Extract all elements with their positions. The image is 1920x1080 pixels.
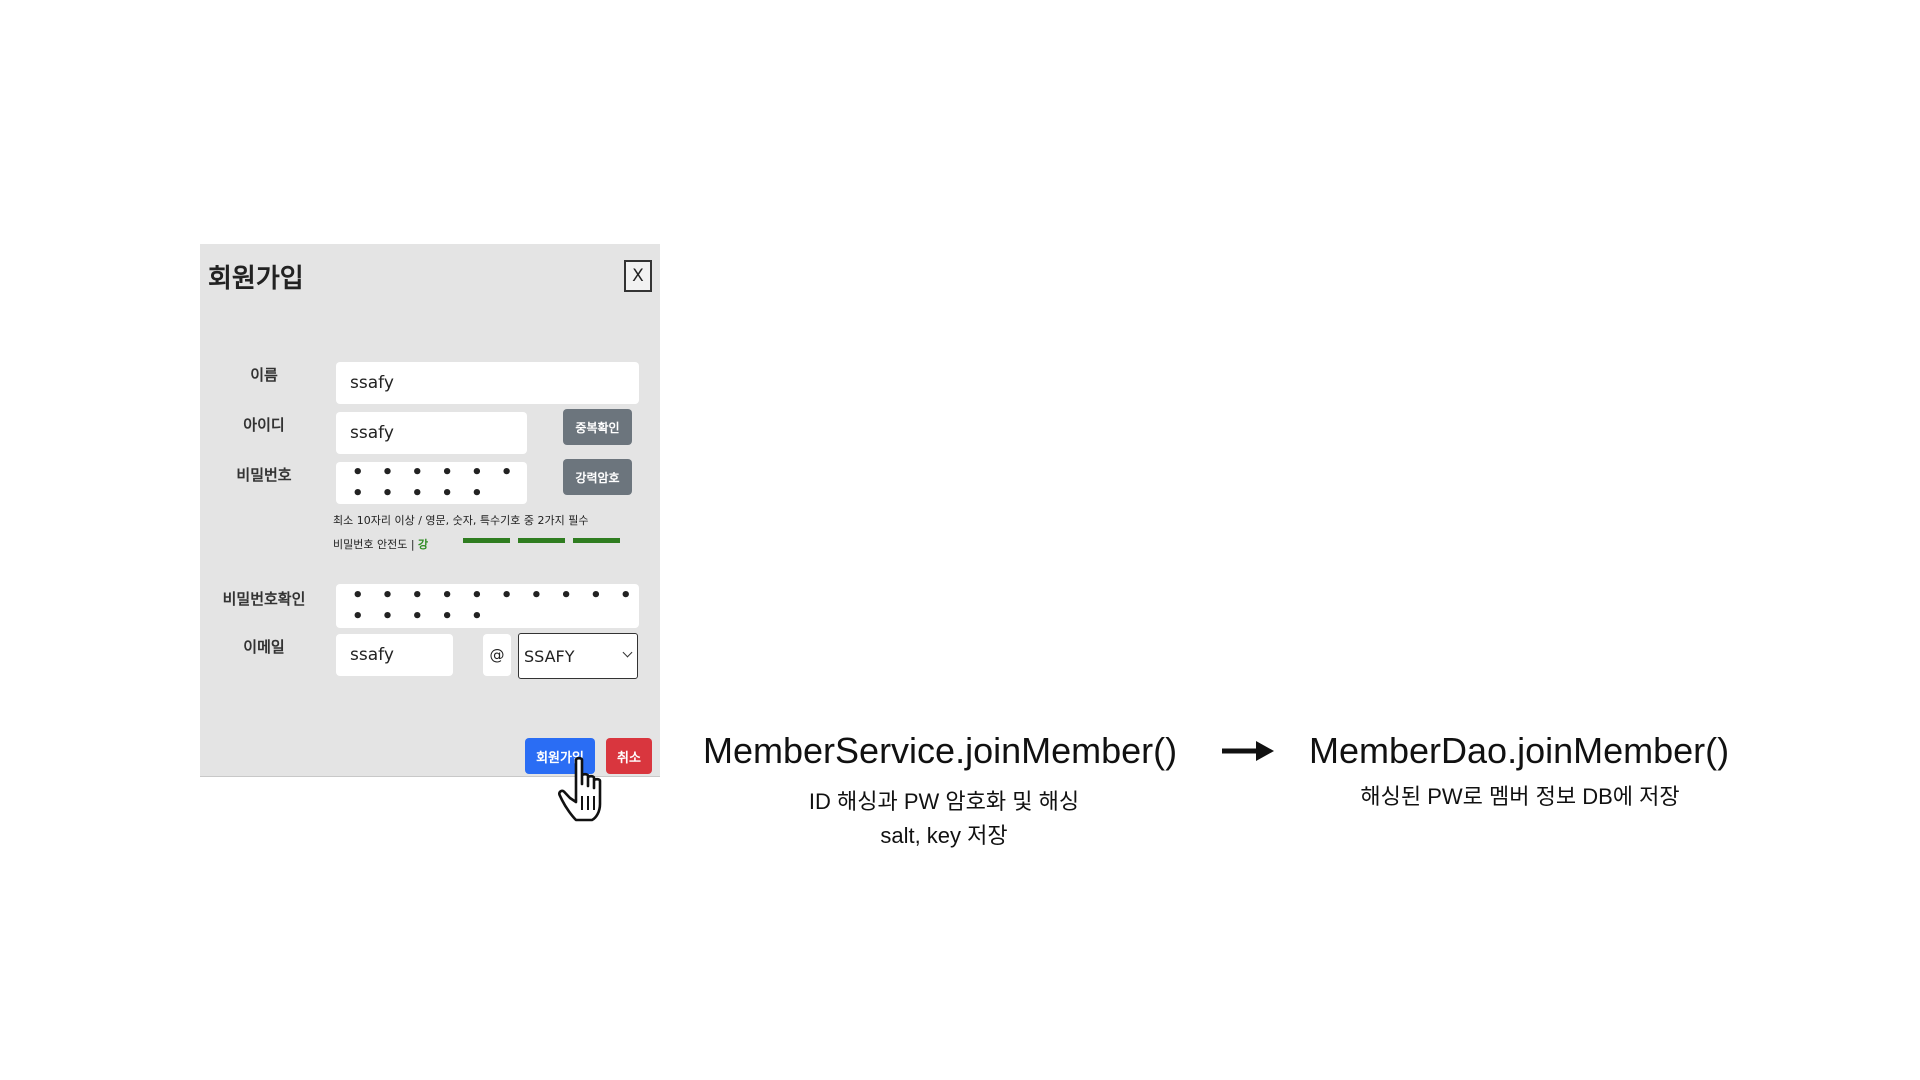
- password-input[interactable]: • • • • • • • • • • •: [336, 462, 527, 504]
- dao-method-label: MemberDao.joinMember(): [1309, 730, 1730, 771]
- dao-description: 해싱된 PW로 멤버 정보 DB에 저장: [1360, 784, 1680, 809]
- id-check-button[interactable]: 중복확인: [563, 409, 632, 445]
- password-confirm-input[interactable]: • • • • • • • • • • • • • • •: [336, 584, 639, 628]
- strength-prefix: 비밀번호 안전도 |: [333, 538, 419, 551]
- signup-modal: 회원가입 X 이름 ssafy 아이디 ssafy 중복확인 비밀번호 • • …: [200, 244, 660, 777]
- strength-bar-1: [463, 538, 510, 543]
- modal-title: 회원가입: [208, 264, 304, 294]
- password-label: 비밀번호: [236, 466, 292, 484]
- hand-pointer-icon: [558, 756, 602, 822]
- service-description-line2: salt, key 저장: [880, 823, 1008, 848]
- name-label: 이름: [250, 366, 278, 384]
- strength-value: 강: [418, 538, 429, 551]
- strong-password-button[interactable]: 강력암호: [563, 459, 632, 495]
- email-input[interactable]: ssafy: [336, 634, 453, 676]
- id-label: 아이디: [243, 416, 285, 434]
- service-description-line1: ID 해싱과 PW 암호화 및 해싱: [808, 789, 1080, 814]
- password-confirm-label: 비밀번호확인: [222, 590, 306, 608]
- chevron-down-icon: [622, 647, 633, 658]
- service-method-label: MemberService.joinMember(): [703, 730, 1178, 771]
- password-strength-text: 비밀번호 안전도 | 강: [333, 536, 428, 552]
- service-description: ID 해싱과 PW 암호화 및 해싱 salt, key 저장: [744, 784, 1144, 850]
- name-input[interactable]: ssafy: [336, 362, 639, 404]
- strength-bar-3: [573, 538, 620, 543]
- email-label: 이메일: [243, 638, 285, 656]
- password-hint: 최소 10자리 이상 / 영문, 숫자, 특수기호 중 2가지 필수: [333, 514, 589, 527]
- email-at-sign: @: [483, 634, 511, 676]
- strength-bar-2: [518, 538, 565, 543]
- email-domain-select[interactable]: SSAFY: [518, 633, 638, 679]
- email-domain-value: SSAFY: [524, 646, 575, 666]
- close-button[interactable]: X: [624, 260, 652, 292]
- id-input[interactable]: ssafy: [336, 412, 527, 454]
- right-arrow-icon: [1222, 741, 1274, 761]
